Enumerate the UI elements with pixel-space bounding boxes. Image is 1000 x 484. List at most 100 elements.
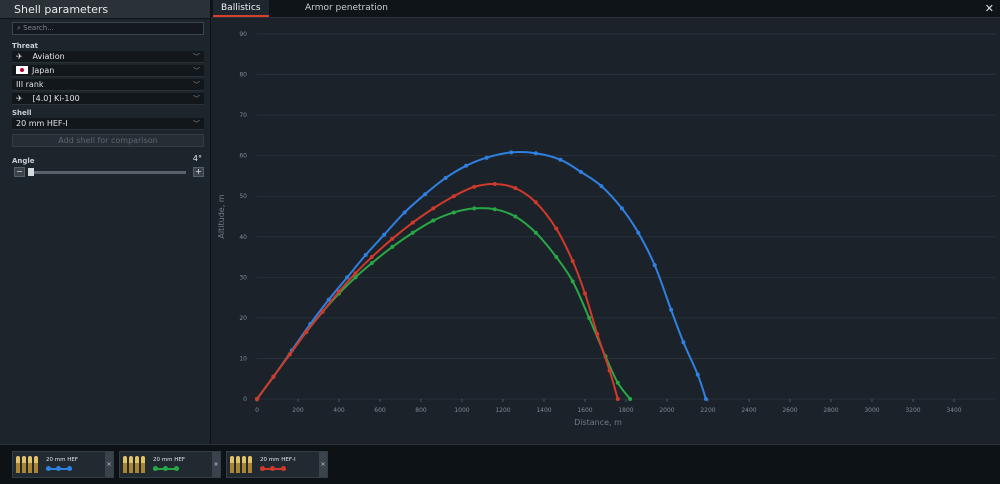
close-icon[interactable]: ✕ — [985, 2, 994, 15]
data-point-red — [353, 271, 358, 276]
data-point-green — [533, 230, 538, 235]
series-line-blue — [256, 151, 707, 400]
data-point-red — [337, 289, 341, 294]
x-tick-label: 2800 — [823, 407, 838, 414]
legend-dot — [260, 466, 265, 471]
x-tick-label: 0 — [255, 407, 259, 414]
x-tick-label: 1400 — [536, 407, 551, 414]
data-point-red — [287, 352, 292, 357]
x-tick-label: 1200 — [495, 407, 510, 414]
data-point-blue — [619, 206, 624, 211]
series-line-red — [256, 183, 619, 400]
chevron-down-icon: ﹀ — [193, 95, 200, 103]
add-shell-button[interactable]: Add shell for comparison — [12, 134, 204, 147]
legend-dot — [67, 466, 72, 471]
legend-line-icon — [153, 466, 179, 471]
data-point-red — [255, 397, 259, 401]
shell-icon — [123, 456, 151, 475]
data-point-green — [587, 315, 592, 320]
tab-ballistics[interactable]: Ballistics — [213, 0, 269, 17]
data-point-red — [595, 332, 600, 337]
y-tick-label: 30 — [239, 274, 247, 281]
data-point-blue — [558, 157, 563, 162]
angle-label: Angle — [12, 157, 35, 165]
x-tick-label: 2600 — [782, 407, 797, 414]
shell-value: 20 mm HEF-I — [16, 119, 68, 128]
shell-icon — [230, 456, 258, 475]
threat-label: Threat — [12, 42, 39, 50]
data-point-green — [554, 255, 559, 260]
panel-title: Shell parameters — [0, 0, 210, 19]
data-point-blue — [652, 263, 657, 268]
angle-increase-button[interactable]: + — [193, 167, 204, 177]
data-point-blue — [464, 163, 469, 168]
vehicle-select[interactable]: ✈ [4.0] Ki-100 ﹀ — [12, 93, 204, 105]
y-axis-title: Altitude, m — [217, 194, 226, 238]
legend-line-icon — [46, 466, 72, 471]
y-tick-label: 80 — [239, 72, 247, 79]
nation-select[interactable]: Japan ﹀ — [12, 65, 204, 77]
y-tick-label: 40 — [239, 234, 247, 241]
search-input[interactable]: ⌕ Search... — [12, 22, 204, 35]
data-point-red — [369, 255, 374, 260]
data-point-blue — [345, 275, 350, 280]
shell-select[interactable]: 20 mm HEF-I ﹀ — [12, 118, 204, 130]
data-point-blue — [443, 175, 448, 180]
data-point-red — [513, 186, 518, 191]
legend-line-icon — [260, 466, 286, 471]
x-tick-label: 1800 — [618, 407, 633, 414]
angle-decrease-button[interactable]: − — [14, 167, 25, 177]
shell-card[interactable]: 20 mm HEF × — [12, 451, 114, 478]
data-point-red — [410, 220, 415, 225]
y-tick-label: 20 — [239, 315, 247, 322]
data-point-red — [492, 182, 497, 187]
x-tick-label: 1600 — [577, 407, 592, 414]
chevron-down-icon: ﹀ — [193, 67, 200, 75]
chevron-down-icon: ﹀ — [193, 81, 200, 89]
tab-bar: Ballistics Armor penetration ✕ — [211, 0, 1000, 18]
data-point-green — [431, 218, 436, 223]
data-point-blue — [695, 372, 700, 377]
legend-dot — [56, 466, 61, 471]
data-point-red — [451, 194, 456, 199]
legend-dot — [174, 466, 179, 471]
x-axis-title: Distance, m — [574, 418, 622, 427]
data-point-red — [583, 291, 587, 296]
data-point-green — [615, 380, 620, 385]
x-tick-label: 2200 — [700, 407, 715, 414]
data-point-red — [390, 236, 395, 241]
ballistics-chart: 0 10 20 30 40 50 60 70 80 90 0 200 400 600 800 1000 1200… — [217, 31, 995, 427]
data-point-red — [271, 374, 276, 379]
data-point-blue — [636, 230, 641, 235]
y-tick-label: 50 — [239, 193, 247, 200]
data-point-blue — [669, 307, 674, 312]
data-point-green — [628, 397, 633, 401]
data-point-blue — [484, 155, 489, 160]
angle-slider[interactable] — [28, 168, 186, 176]
legend-dot — [270, 466, 275, 471]
chevron-down-icon: ﹀ — [193, 120, 200, 128]
tab-armor-penetration[interactable]: Armor penetration — [297, 0, 396, 17]
rank-value: III rank — [16, 80, 44, 89]
shell-card[interactable]: 20 mm HEF × — [119, 451, 221, 478]
threat-type-select[interactable]: ✈ Aviation ﹀ — [12, 51, 204, 63]
aircraft-icon: ✈ — [16, 52, 23, 61]
remove-shell-button[interactable]: × — [212, 452, 220, 477]
data-point-red — [320, 309, 325, 314]
data-point-blue — [599, 184, 604, 189]
remove-shell-button[interactable]: × — [105, 452, 113, 477]
angle-slider-handle[interactable] — [28, 168, 35, 176]
remove-shell-button[interactable]: × — [319, 452, 327, 477]
nation-value: Japan — [32, 66, 55, 75]
threat-type-value: Aviation — [32, 52, 65, 61]
angle-value: 4° — [192, 154, 202, 163]
y-tick-label: 90 — [239, 31, 247, 38]
x-tick-label: 2400 — [741, 407, 756, 414]
data-point-red — [607, 368, 612, 373]
data-point-blue — [423, 192, 428, 197]
shell-card[interactable]: 20 mm HEF-I × — [226, 451, 328, 478]
rank-select[interactable]: III rank ﹀ — [12, 79, 204, 91]
x-tick-label: 600 — [374, 407, 386, 414]
data-point-blue — [382, 232, 387, 237]
data-point-red — [304, 330, 309, 335]
